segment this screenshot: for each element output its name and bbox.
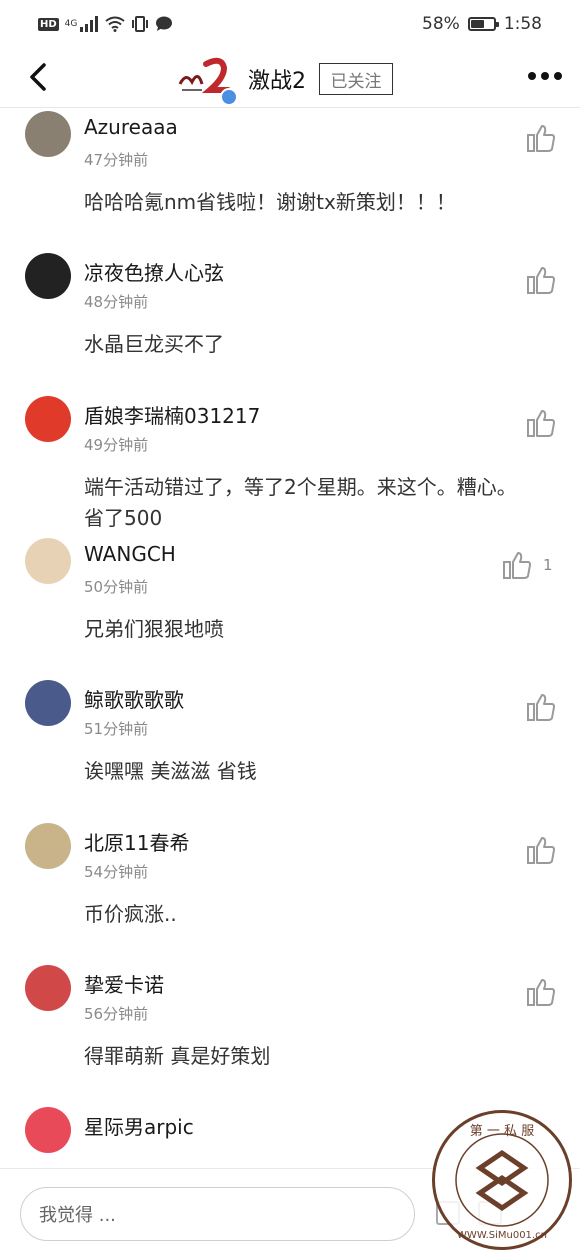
comment-time: 50分钟前	[84, 577, 149, 596]
clock: 1:58	[503, 14, 542, 34]
more-dot	[528, 72, 536, 80]
comment-text: 币价疯涨..	[84, 901, 177, 926]
top-nav: 激战2 已关注	[0, 48, 580, 108]
comment-input[interactable]: 我觉得 ...	[20, 1187, 415, 1241]
comment-item: 鲸歌歌歌歌 51分钟前诶嘿嘿 美滋滋 省钱	[0, 680, 580, 822]
thumbs-up-icon	[527, 836, 555, 864]
status-left: HD 4G	[38, 16, 173, 32]
comment-time: 47分钟前	[84, 151, 149, 169]
like-button[interactable]	[526, 977, 556, 1007]
avatar[interactable]	[25, 111, 71, 157]
comment-time: 51分钟前	[84, 720, 149, 739]
comment-time: 56分钟前	[84, 1004, 149, 1023]
comment-username[interactable]: 鲸歌歌歌歌	[84, 684, 184, 713]
avatar[interactable]	[25, 253, 71, 300]
avatar[interactable]	[25, 680, 71, 727]
status-right: 58% 1:58	[422, 14, 542, 34]
like-button[interactable]	[526, 265, 556, 295]
thumbs-up-icon	[527, 694, 555, 722]
more-button[interactable]	[528, 72, 562, 80]
comment-item: WANGCH 50分钟前兄弟们狠狠地喷 1	[0, 537, 580, 680]
battery-percent: 58%	[422, 14, 460, 34]
comment-item: 北原11春希 54分钟前币价疯涨..	[0, 822, 580, 965]
back-button[interactable]	[24, 60, 52, 94]
thumbs-up-icon	[527, 409, 555, 437]
avatar[interactable]	[25, 537, 71, 584]
message-icon	[156, 16, 173, 31]
comment-item: 盾娘李瑞楠031217 49分钟前端午活动错过了，等了2个星期。来这个。糟心。省了…	[0, 395, 580, 538]
avatar[interactable]	[25, 822, 71, 869]
avatar[interactable]	[25, 1107, 71, 1154]
comment-item: 挚爱卡诺 56分钟前得罪萌新 真是好策划	[0, 964, 580, 1107]
comment-username[interactable]: 星际男arpic	[84, 1111, 194, 1140]
comment-username[interactable]: WANGCH	[84, 542, 176, 566]
comment-item: Azureaaa 47分钟前哈哈哈氪nm省钱啦！谢谢tx新策划！！！	[0, 111, 580, 253]
more-dot	[541, 72, 549, 80]
comment-text: 得罪萌新 真是好策划	[84, 1043, 271, 1068]
like-button[interactable]	[502, 550, 532, 580]
battery-level	[470, 20, 484, 28]
game-header: 激战2 已关注	[178, 54, 393, 106]
thumbs-up-icon	[527, 978, 555, 1006]
wifi-icon	[105, 16, 125, 32]
page-title: 激战2	[248, 69, 306, 94]
more-dot	[554, 72, 562, 80]
comment-text: 兄弟们狠狠地喷	[84, 616, 224, 641]
watermark-stamp: 第 一 私 服 WWW.SiMu001.cn	[432, 1110, 572, 1250]
game-logo[interactable]	[178, 54, 238, 106]
status-bar: HD 4G 58% 1:58	[0, 0, 580, 48]
avatar[interactable]	[25, 395, 71, 442]
like-button[interactable]	[526, 835, 556, 865]
watermark-logo: 第 一 私 服 WWW.SiMu001.cn	[455, 1124, 549, 1241]
battery-icon	[467, 17, 499, 31]
like-button[interactable]	[526, 123, 556, 153]
svg-text:第 一 私 服: 第 一 私 服	[470, 1124, 534, 1139]
comment-text: 诶嘿嘿 美滋滋 省钱	[84, 759, 257, 784]
comment-item: 凉夜色撩人心弦 48分钟前水晶巨龙买不了	[0, 253, 580, 395]
hd-badge: HD	[38, 17, 59, 31]
comment-input-placeholder: 我觉得 ...	[39, 1205, 116, 1226]
like-count: 1	[543, 555, 553, 574]
comment-username[interactable]: 北原11春希	[84, 827, 189, 856]
chevron-left-icon	[30, 63, 46, 91]
comment-text: 哈哈哈氪nm省钱啦！谢谢tx新策划！！！	[84, 190, 456, 214]
thumbs-up-icon	[503, 551, 531, 579]
comment-text: 水晶巨龙买不了	[84, 332, 224, 357]
network-type: 4G	[64, 19, 78, 29]
comment-text: 端午活动错过了，等了2个星期。来这个。糟心。省了500	[84, 474, 517, 530]
comment-time: 48分钟前	[84, 293, 149, 312]
thumbs-up-icon	[527, 125, 555, 152]
comment-username[interactable]: 凉夜色撩人心弦	[84, 257, 224, 286]
like-button[interactable]	[526, 692, 556, 722]
avatar[interactable]	[25, 964, 71, 1011]
comment-time: 54分钟前	[84, 862, 149, 881]
thumbs-up-icon	[527, 267, 555, 295]
verified-badge	[220, 88, 238, 106]
comment-list: Azureaaa 47分钟前哈哈哈氪nm省钱啦！谢谢tx新策划！！！ 凉夜色撩人心弦…	[0, 108, 580, 1168]
signal-icon	[80, 16, 99, 32]
comment-time: 49分钟前	[84, 435, 149, 454]
follow-button[interactable]: 已关注	[319, 63, 393, 95]
comment-username[interactable]: 盾娘李瑞楠031217	[84, 400, 260, 429]
comment-username[interactable]: Azureaaa	[84, 115, 178, 139]
comment-username[interactable]: 挚爱卡诺	[84, 969, 164, 998]
like-button[interactable]	[526, 408, 556, 438]
svg-text:WWW.SiMu001.cn: WWW.SiMu001.cn	[457, 1230, 547, 1241]
vibrate-icon	[132, 16, 149, 32]
